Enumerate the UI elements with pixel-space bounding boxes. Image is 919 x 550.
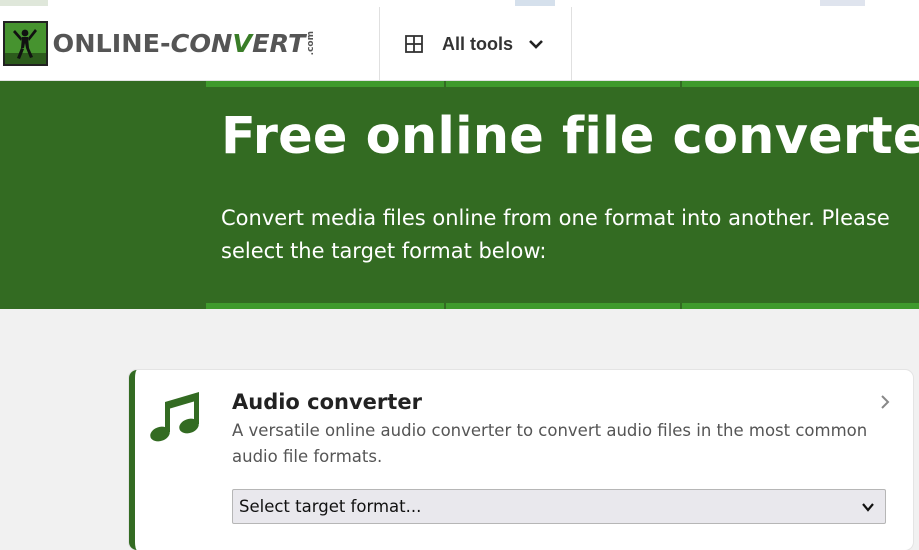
target-format-select[interactable]: Select target format... [232, 489, 886, 524]
hero-stripe-gap-1 [444, 81, 446, 87]
card-description: A versatile online audio converter to co… [232, 421, 868, 466]
nav-divider-right [571, 7, 572, 81]
audio-converter-card[interactable]: Audio converter A versatile online audio… [129, 370, 913, 550]
page-subtitle: Convert media files online from one form… [221, 206, 890, 263]
top-navigation-bar: ONLINE-CONVERT .com All tools [0, 0, 919, 81]
card-title: Audio converter [232, 390, 422, 414]
top-decorative-strip [0, 0, 919, 6]
page-title: Free online file converter [221, 107, 919, 166]
chevron-down-icon [529, 40, 543, 49]
hero-stripe-gap-3 [444, 303, 446, 309]
chevron-right-icon[interactable] [879, 394, 891, 410]
logo-wordmark: ONLINE-CONVERT [52, 28, 306, 58]
all-tools-menu-button[interactable]: All tools [380, 7, 571, 81]
hero-top-stripe [206, 81, 919, 87]
logo-figure-icon [3, 20, 48, 66]
grid-icon [405, 35, 423, 53]
logo-dotcom: .com [305, 30, 316, 56]
select-value: Select target format... [239, 497, 422, 516]
music-note-icon [150, 392, 199, 442]
site-logo[interactable]: ONLINE-CONVERT .com [3, 20, 316, 66]
chevron-down-icon [862, 503, 874, 512]
hero-bottom-stripe [206, 303, 919, 309]
hero-stripe-gap-4 [680, 303, 682, 309]
hero-stripe-gap-2 [680, 81, 682, 87]
all-tools-label: All tools [442, 33, 513, 54]
